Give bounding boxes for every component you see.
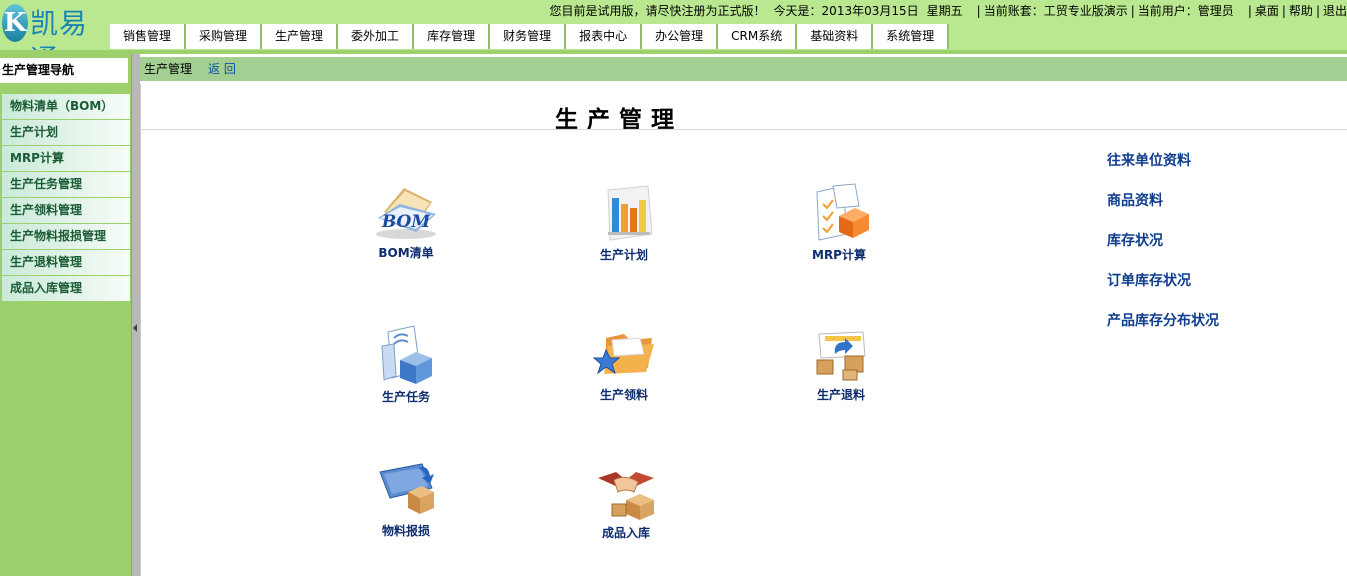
main-content: 生产管理 BOM BOM清单 生产计划 MRP计算 生产任务 生产领料 生产退料… [140,84,1347,576]
sidebar-title: 生产管理导航 [0,58,128,83]
divider: | [1281,4,1286,18]
link-product-data[interactable]: 商品资料 [1107,190,1163,210]
tile-label: BOM清单 [378,246,434,260]
logo-mark: K [2,4,28,42]
tile-label: 生产任务 [381,390,430,404]
tile-label: 物料报损 [381,524,430,538]
back-link[interactable]: 返 回 [208,57,236,81]
tile-label: MRP计算 [812,248,866,262]
bom-icon: BOM [376,188,436,239]
title-divider [141,129,1347,130]
scrap-boxes-icon [379,463,434,514]
tile-material-requisition[interactable]: 生产领料 [569,324,679,403]
help-link[interactable]: 帮助 [1289,3,1313,19]
sidebar-splitter[interactable] [131,54,140,576]
sidebar-item-mrp[interactable]: MRP计算 [2,146,130,171]
mrp-calc-icon [816,183,869,241]
tab-crm[interactable]: CRM系统 [718,24,798,49]
current-date: 2013年03月15日 [821,4,919,18]
link-order-inventory-status[interactable]: 订单库存状况 [1107,270,1191,290]
sidebar: 生产管理导航 物料清单（BOM） 生产计划 MRP计算 生产任务管理 生产领料管… [0,54,131,576]
tab-production[interactable]: 生产管理 [262,24,339,49]
tile-label: 生产领料 [599,388,648,402]
divider: | [1247,4,1252,18]
trial-notice: 您目前是试用版，请尽快注册为正式版！ [549,4,766,18]
date-prefix: 今天是： [773,4,822,18]
sidebar-item-bom[interactable]: 物料清单（BOM） [2,94,130,119]
sidebar-item-production-plan[interactable]: 生产计划 [2,120,130,145]
tile-material-scrap[interactable]: 物料报损 [351,460,461,539]
return-boxes-icon [816,331,866,381]
header-info: 您目前是试用版，请尽快注册为正式版！ 今天是：2013年03月15日 星期五 | 当前账… [550,3,1347,19]
breadcrumb: 生产管理 返 回 [140,57,1347,81]
link-inventory-distribution[interactable]: 产品库存分布状况 [1107,310,1219,330]
tile-finished-goods[interactable]: 成品入库 [571,464,681,541]
tab-reports[interactable]: 报表中心 [566,24,643,49]
tab-sales[interactable]: 销售管理 [110,24,187,49]
account-label: 当前账套： [983,4,1044,18]
bar-chart-icon [607,185,653,241]
sidebar-item-production-task[interactable]: 生产任务管理 [2,172,130,197]
app-logo: K 凯易通 [2,2,106,76]
header-divider [0,50,1347,54]
tile-production-plan[interactable]: 生产计划 [569,184,679,263]
tab-purchase[interactable]: 采购管理 [186,24,263,49]
sidebar-item-material-scrap[interactable]: 生产物料报损管理 [2,224,130,249]
account-name: 工贸专业版演示 [1043,4,1128,18]
svg-text:BOM: BOM [381,212,431,232]
tab-outsourcing[interactable]: 委外加工 [338,24,415,49]
tab-office[interactable]: 办公管理 [642,24,719,49]
user-name: 管理员 [1197,4,1234,18]
tab-finance[interactable]: 财务管理 [490,24,567,49]
desktop-link[interactable]: 桌面 [1255,3,1279,19]
tile-mrp[interactable]: MRP计算 [784,182,894,263]
tab-system[interactable]: 系统管理 [873,24,950,49]
top-header: K 凯易通 您目前是试用版，请尽快注册为正式版！ 今天是：2013年03月15日星… [0,0,1347,76]
sidebar-item-finished-goods[interactable]: 成品入库管理 [2,276,130,301]
sidebar-item-material-requisition[interactable]: 生产领料管理 [2,198,130,223]
tile-label: 成品入库 [601,526,650,540]
link-partner-data[interactable]: 往来单位资料 [1107,150,1191,170]
breadcrumb-current: 生产管理 [144,62,193,76]
weekday: 星期五 [926,4,963,18]
tile-label: 生产退料 [816,388,865,402]
tile-bom[interactable]: BOM BOM清单 [351,182,461,261]
tile-label: 生产计划 [599,248,648,262]
task-document-icon [381,325,432,384]
user-label: 当前用户： [1137,4,1198,18]
link-inventory-status[interactable]: 库存状况 [1107,230,1163,250]
divider: | [976,4,981,18]
tile-material-return[interactable]: 生产退料 [786,326,896,403]
logout-link[interactable]: 退出 [1323,3,1347,19]
folder-star-icon [592,334,654,375]
divider: | [1315,4,1320,18]
tab-basic-data[interactable]: 基础资料 [797,24,874,49]
tab-inventory[interactable]: 库存管理 [414,24,491,49]
handshake-boxes-icon [598,472,654,520]
sidebar-menu: 物料清单（BOM） 生产计划 MRP计算 生产任务管理 生产领料管理 生产物料报… [2,94,130,302]
main-nav: 销售管理 采购管理 生产管理 委外加工 库存管理 财务管理 报表中心 办公管理 … [110,24,950,49]
divider: | [1130,4,1135,18]
sidebar-item-material-return[interactable]: 生产退料管理 [2,250,130,275]
tile-production-task[interactable]: 生产任务 [351,324,461,405]
collapse-arrow-icon[interactable] [133,324,137,332]
